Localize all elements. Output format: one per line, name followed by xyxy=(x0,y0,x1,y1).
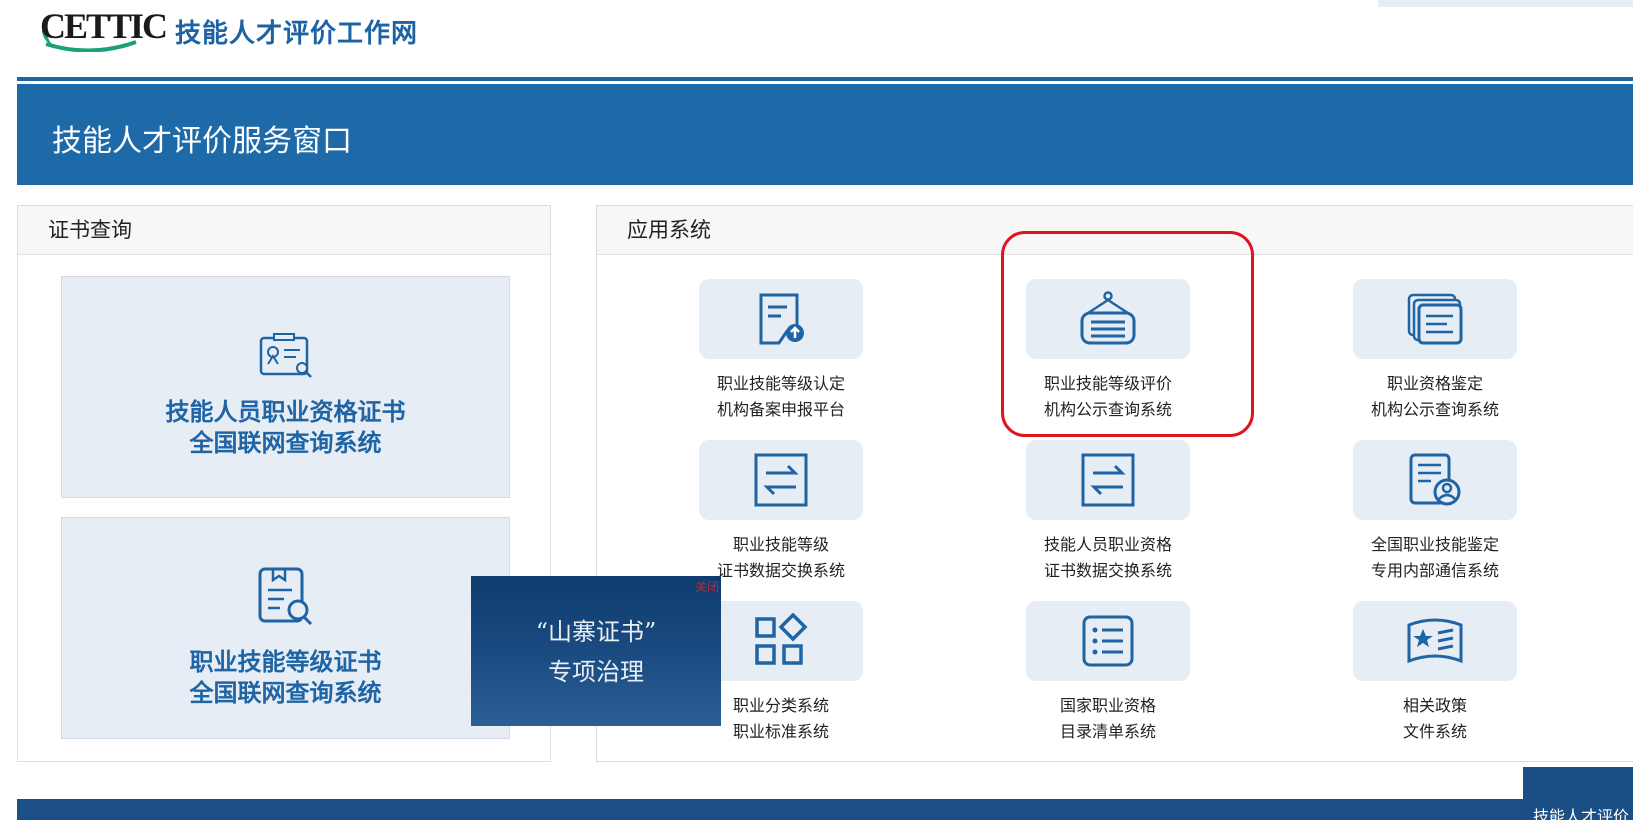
app-label-line2: 文件系统 xyxy=(1402,722,1467,741)
policy-book-icon xyxy=(1407,618,1463,664)
app-label-line2: 机构备案申报平台 xyxy=(716,400,845,419)
app-label-line2: 证书数据交换系统 xyxy=(716,561,845,580)
app-item-occupation-classification[interactable]: 职业分类系统 职业标准系统 xyxy=(699,601,863,745)
site-name[interactable]: 技能人才评价工作网 xyxy=(175,13,418,50)
app-label-line1: 国家职业资格 xyxy=(1059,696,1156,715)
app-label-line1: 相关政策 xyxy=(1402,696,1467,715)
certificate-query-card-1[interactable]: 技能人员职业资格证书 全国联网查询系统 xyxy=(61,276,510,498)
app-item-skill-cert-filing[interactable]: 职业技能等级认定 机构备案申报平台 xyxy=(699,279,863,423)
app-tile[interactable] xyxy=(1026,601,1190,681)
highlight-ring xyxy=(1001,231,1254,437)
app-label-line1: 职业技能等级 xyxy=(732,535,829,554)
stacked-documents-icon xyxy=(1407,293,1463,345)
app-item-qualification-catalog[interactable]: 国家职业资格 目录清单系统 xyxy=(1026,601,1190,745)
app-label-line1: 职业分类系统 xyxy=(732,696,829,715)
app-tile[interactable] xyxy=(1026,440,1190,520)
app-label-line1: 职业技能等级认定 xyxy=(716,374,845,393)
category-grid-icon xyxy=(755,613,808,665)
logo-text: CETTIC xyxy=(40,6,168,46)
app-item-qualification-exchange[interactable]: 技能人员职业资格 证书数据交换系统 xyxy=(1026,440,1190,584)
certificate-search-icon xyxy=(259,333,312,378)
app-tile[interactable] xyxy=(1353,601,1517,681)
app-item-internal-communication[interactable]: 全国职业技能鉴定 专用内部通信系统 xyxy=(1353,440,1517,584)
exchange-icon xyxy=(1081,453,1135,507)
corner-float-widget[interactable]: 技能人才评价 xyxy=(1523,767,1633,820)
card-title-line2: 全国联网查询系统 xyxy=(189,429,382,457)
app-label-line2: 职业标准系统 xyxy=(732,722,829,741)
app-tile[interactable] xyxy=(699,279,863,359)
top-right-widget[interactable] xyxy=(1378,0,1633,7)
panel-title: 证书查询 xyxy=(18,206,550,255)
popup-close-button[interactable]: 关闭 xyxy=(695,578,719,595)
certificate-query-card-2[interactable]: 职业技能等级证书 全国联网查询系统 xyxy=(61,517,510,739)
card-title-line1: 职业技能等级证书 xyxy=(189,648,382,676)
header-divider xyxy=(17,77,1633,81)
popup-text-line1: “山寨证书” xyxy=(535,618,657,646)
popup-text-line2: 专项治理 xyxy=(548,658,644,686)
app-label-line1: 技能人员职业资格 xyxy=(1043,535,1172,554)
document-search-icon xyxy=(258,567,312,626)
app-label-line2: 证书数据交换系统 xyxy=(1043,561,1172,580)
app-tile[interactable] xyxy=(1353,440,1517,520)
exchange-icon xyxy=(754,453,808,507)
app-label-line1: 全国职业技能鉴定 xyxy=(1370,535,1499,554)
app-tile[interactable] xyxy=(699,601,863,681)
counterfeit-certificate-popup[interactable]: 关闭 “山寨证书” 专项治理 xyxy=(471,576,721,726)
app-item-qualification-publicity[interactable]: 职业资格鉴定 机构公示查询系统 xyxy=(1353,279,1517,423)
app-label-line2: 机构公示查询系统 xyxy=(1370,400,1499,419)
card-title-line1: 技能人员职业资格证书 xyxy=(165,398,406,426)
site-header: CETTIC 技能人才评价工作网 xyxy=(0,0,1633,81)
corner-float-text: 技能人才评价 xyxy=(1533,807,1630,820)
banner-title: 技能人才评价服务窗口 xyxy=(52,124,352,159)
list-icon xyxy=(1082,615,1134,667)
app-item-skill-cert-exchange[interactable]: 职业技能等级 证书数据交换系统 xyxy=(699,440,863,584)
app-tile[interactable] xyxy=(1353,279,1517,359)
app-label-line2: 专用内部通信系统 xyxy=(1370,561,1499,580)
footer-bar xyxy=(17,799,1633,820)
card-title-line2: 全国联网查询系统 xyxy=(189,679,382,707)
service-banner: 技能人才评价服务窗口 xyxy=(17,84,1633,185)
app-tile[interactable] xyxy=(699,440,863,520)
app-label-line1: 职业资格鉴定 xyxy=(1386,374,1483,393)
document-upload-icon xyxy=(759,293,804,345)
document-user-icon xyxy=(1409,453,1461,506)
app-item-policy-documents[interactable]: 相关政策 文件系统 xyxy=(1353,601,1517,745)
app-label-line2: 目录清单系统 xyxy=(1059,722,1156,741)
